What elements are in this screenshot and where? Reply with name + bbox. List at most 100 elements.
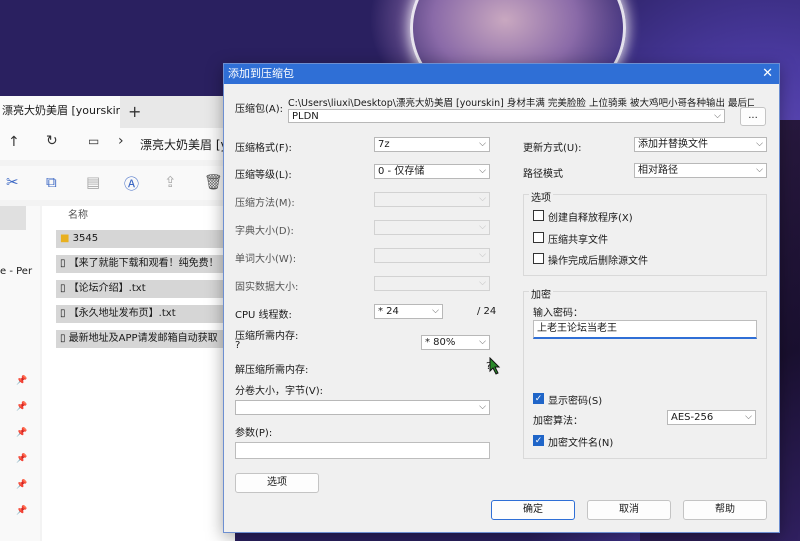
explorer-toolbar: ✂ ⧉ ▤ Ⓐ ⇪ 🗑 [0,166,235,200]
password-label: 输入密码： [533,308,583,319]
method-select[interactable]: ⌵ [374,192,490,207]
split-label: 分卷大小，字节(V): [235,386,324,397]
delete-icon[interactable]: 🗑 [204,173,223,191]
folder-icon: ■ [60,233,73,244]
mem-question: ? [235,340,241,351]
mem-select[interactable]: * 80% ⌵ [421,335,490,350]
chevron-down-icon: ⌵ [479,194,486,204]
add-to-archive-dialog: 添加到压缩包 ✕ 压缩包(A): C:\Users\liuxi\Desktop\… [223,63,780,533]
chevron-down-icon: ⌵ [479,222,486,232]
up-arrow-icon[interactable]: ↑ [8,134,20,150]
close-icon[interactable]: ✕ [762,64,773,84]
pathmode-select[interactable]: 相对路径 ⌵ [634,163,767,178]
explorer-tab[interactable]: 漂亮大奶美眉 [yourskin] 身材丰 [0,96,120,128]
explorer-addressbar: ↑ ↻ ▭ › 漂亮大奶美眉 [y [0,128,235,160]
chevron-down-icon: ⌵ [479,166,486,176]
file-list: 名称 ■ 3545 ▯ 【来了就能下载和观看！纯免费！ ▯ 【论坛介绍】.txt… [42,206,241,541]
format-select[interactable]: 7z ⌵ [374,137,490,152]
monitor-icon[interactable]: ▭ [88,134,99,148]
sfx-checkbox[interactable] [533,210,544,221]
file-row[interactable]: ▯ 【论坛介绍】.txt [56,280,241,298]
threads-max: / 24 [477,306,497,317]
column-header-name[interactable]: 名称 [68,206,88,221]
split-select[interactable]: ⌵ [235,400,490,415]
cut-icon[interactable]: ✂ [6,173,19,191]
file-row[interactable]: ▯ 【永久地址发布页】.txt [56,305,241,323]
sfx-label[interactable]: 创建自释放程序(X) [548,209,633,224]
pin-icon: 📌 [16,428,28,438]
dialog-title: 添加到压缩包 [228,67,294,80]
archive-label: 压缩包(A): [235,104,284,115]
chevron-down-icon: ⌵ [756,165,763,175]
threads-select[interactable]: * 24 ⌵ [374,304,443,319]
level-select[interactable]: 0 - 仅存储 ⌵ [374,164,490,179]
text-file-icon: ▯ [60,283,69,294]
chevron-right-icon: › [118,133,124,149]
dialog-titlebar: 添加到压缩包 ✕ [224,64,779,84]
update-label: 更新方式(U): [523,143,582,154]
nav-item-label[interactable]: e - Per [0,266,32,277]
format-label: 压缩格式(F): [235,143,292,154]
nav-selected-item[interactable] [0,206,26,230]
archive-path: C:\Users\liuxi\Desktop\漂亮大奶美眉 [yourskin]… [288,98,754,109]
pin-icon: 📌 [16,376,28,386]
pathmode-label: 路径模式 [523,169,563,180]
encrypt-names-label[interactable]: 加密文件名(N) [548,434,613,449]
options-button[interactable]: 选项 [235,473,319,493]
text-file-icon: ▯ [60,308,69,319]
ok-button[interactable]: 确定 [491,500,575,520]
shared-checkbox[interactable] [533,232,544,243]
share-icon[interactable]: ⇪ [164,173,177,191]
archive-name-combo[interactable]: PLDN ⌵ [288,109,725,123]
pin-icon: 📌 [16,402,28,412]
options-group-title: 选项 [529,189,553,204]
file-row[interactable]: ■ 3545 [56,230,241,248]
explorer-tabbar: 漂亮大奶美眉 [yourskin] 身材丰 + [0,96,235,128]
address-path[interactable]: 漂亮大奶美眉 [y [140,136,228,153]
pin-icon: 📌 [16,506,28,516]
file-row[interactable]: ▯ 【来了就能下载和观看！纯免费！ [56,255,241,273]
text-file-icon: ▯ [60,333,69,344]
enc-method-select[interactable]: AES-256 ⌵ [667,410,756,425]
chevron-down-icon: ⌵ [479,402,486,412]
chevron-down-icon: ⌵ [432,306,439,316]
password-input[interactable]: 上老王论坛当老王 [533,320,757,339]
refresh-icon[interactable]: ↻ [46,133,58,149]
chevron-down-icon: ⌵ [745,412,752,422]
copy-icon[interactable]: ⧉ [46,173,57,191]
pin-icon: 📌 [16,480,28,490]
params-input[interactable] [235,442,490,459]
word-select[interactable]: ⌵ [374,248,490,263]
pin-icon: 📌 [16,454,28,464]
delete-label[interactable]: 操作完成后删除源文件 [548,252,648,267]
file-row[interactable]: ▯ 最新地址及APP请发邮箱自动获取 [56,330,241,348]
encrypt-names-checkbox[interactable]: ✓ [533,435,544,446]
rename-icon[interactable]: Ⓐ [124,173,139,194]
chevron-down-icon: ⌵ [479,139,486,149]
cancel-button[interactable]: 取消 [587,500,671,520]
chevron-down-icon: ⌵ [479,278,486,288]
navigation-pane: e - Per 📌 📌 📌 📌 📌 📌 [0,206,40,541]
solid-label: 固实数据大小: [235,282,299,293]
update-select[interactable]: 添加并替换文件 ⌵ [634,137,767,152]
new-tab-icon[interactable]: + [128,102,141,121]
shared-label[interactable]: 压缩共享文件 [548,231,608,246]
solid-select[interactable]: ⌵ [374,276,490,291]
threads-label: CPU 线程数: [235,310,292,321]
text-file-icon: ▯ [60,258,69,269]
show-password-checkbox[interactable]: ✓ [533,393,544,404]
enc-method-label: 加密算法： [533,416,583,427]
chevron-down-icon: ⌵ [756,139,763,149]
paste-icon[interactable]: ▤ [86,173,100,191]
chevron-down-icon: ⌵ [479,337,486,347]
params-label: 参数(P): [235,428,273,439]
word-label: 单词大小(W): [235,254,297,265]
chevron-down-icon: ⌵ [714,111,721,121]
browse-button[interactable]: ... [740,107,766,126]
delete-checkbox[interactable] [533,253,544,264]
dict-select[interactable]: ⌵ [374,220,490,235]
show-password-label[interactable]: 显示密码(S) [548,392,602,407]
demem-label: 解压缩所需内存: [235,365,309,376]
method-label: 压缩方法(M): [235,198,295,209]
help-button[interactable]: 帮助 [683,500,767,520]
